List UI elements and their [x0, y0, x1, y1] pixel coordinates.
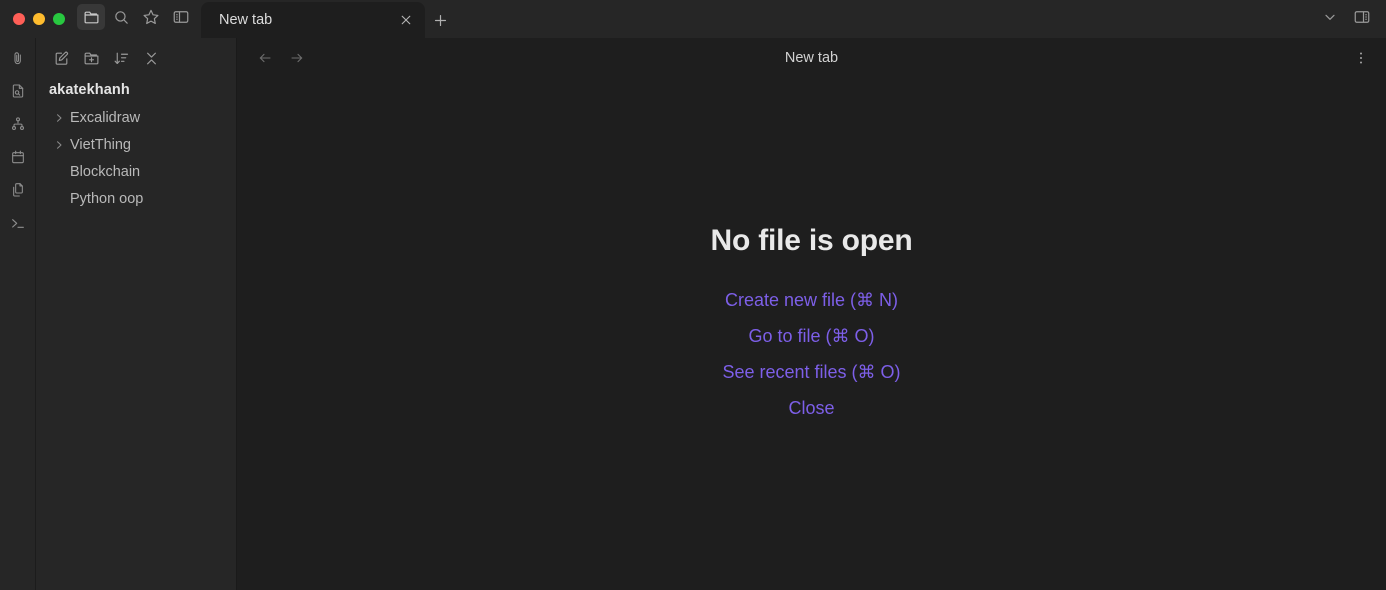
copy-files-icon [10, 182, 26, 198]
tree-item-label: Excalidraw [70, 109, 141, 126]
tree-item-label: Python oop [70, 190, 144, 207]
chevron-down-icon [1322, 9, 1338, 25]
terminal-icon [10, 215, 26, 231]
tab-label: New tab [219, 12, 273, 28]
calendar-icon [10, 149, 26, 165]
ribbon-item-calendar[interactable] [5, 145, 31, 169]
new-note-icon [53, 50, 70, 67]
see-recent-files-action[interactable]: See recent files (⌘ O) [722, 354, 900, 390]
ribbon-item-terminal[interactable] [5, 211, 31, 235]
file-search-icon [10, 83, 26, 99]
view-header: New tab [237, 38, 1386, 78]
new-note-button[interactable] [48, 46, 74, 70]
folder-button[interactable] [77, 4, 105, 30]
file-tree: Excalidraw VietThing Blockchain Python o… [36, 102, 236, 212]
close-window-button[interactable] [13, 13, 25, 25]
navigate-forward-button[interactable] [285, 46, 309, 70]
left-sidebar-toggle-button[interactable] [167, 4, 195, 30]
left-ribbon [0, 38, 36, 590]
tree-item-label: VietThing [70, 136, 131, 153]
create-new-file-action[interactable]: Create new file (⌘ N) [725, 282, 898, 318]
empty-state-title: No file is open [710, 224, 913, 257]
more-vertical-icon [1353, 50, 1369, 66]
ribbon-item-attachments[interactable] [5, 46, 31, 70]
close-tab-button[interactable] [393, 7, 419, 33]
right-sidebar-toggle-icon [1353, 8, 1371, 26]
more-options-button[interactable] [1316, 4, 1344, 30]
go-to-file-action[interactable]: Go to file (⌘ O) [748, 318, 874, 354]
search-icon [113, 9, 130, 26]
new-tab-button[interactable] [425, 2, 455, 38]
file-explorer: akatekhanh Excalidraw VietThing Blockcha… [36, 38, 237, 590]
folder-icon [83, 9, 100, 26]
navigate-back-button[interactable] [253, 46, 277, 70]
workspace: akatekhanh Excalidraw VietThing Blockcha… [0, 38, 1386, 590]
collapse-all-icon [143, 50, 160, 67]
plus-icon [432, 12, 449, 29]
new-folder-button[interactable] [78, 46, 104, 70]
title-bar: New tab [0, 0, 1386, 38]
tab-new-tab[interactable]: New tab [201, 2, 425, 38]
new-folder-icon [83, 50, 100, 67]
tab-strip: New tab [201, 0, 1316, 38]
ribbon-item-graph[interactable] [5, 112, 31, 136]
maximize-window-button[interactable] [53, 13, 65, 25]
right-sidebar-toggle-button[interactable] [1348, 4, 1376, 30]
sort-order-button[interactable] [108, 46, 134, 70]
tree-item-blockchain[interactable]: Blockchain [40, 158, 230, 185]
paperclip-icon [10, 50, 26, 66]
star-icon [142, 8, 160, 26]
obsidian-window: New tab akatekhanh Excalidraw VietThing … [0, 0, 1386, 590]
minimize-window-button[interactable] [33, 13, 45, 25]
titlebar-actions [77, 0, 195, 38]
arrow-left-icon [257, 50, 273, 66]
tree-item-excalidraw[interactable]: Excalidraw [40, 104, 230, 131]
ribbon-item-templates[interactable] [5, 178, 31, 202]
collapse-all-button[interactable] [138, 46, 164, 70]
tree-item-vietthing[interactable]: VietThing [40, 131, 230, 158]
titlebar-right-actions [1316, 0, 1386, 38]
arrow-right-icon [289, 50, 305, 66]
search-button[interactable] [107, 4, 135, 30]
traffic-lights [0, 0, 77, 38]
chevron-right-icon[interactable] [53, 139, 70, 151]
close-action[interactable]: Close [788, 390, 834, 426]
tree-item-label: Blockchain [70, 163, 141, 180]
view-title: New tab [784, 50, 839, 66]
chevron-right-icon[interactable] [53, 112, 70, 124]
sort-icon [113, 50, 130, 67]
main-view: New tab No file is open Create new file … [237, 38, 1386, 590]
view-options-button[interactable] [1348, 45, 1374, 71]
bookmarks-button[interactable] [137, 4, 165, 30]
vault-name: akatekhanh [49, 82, 130, 98]
navigation-arrows [253, 46, 309, 70]
left-sidebar-toggle-icon [172, 8, 190, 26]
empty-state: No file is open Create new file (⌘ N) Go… [237, 78, 1386, 590]
graph-icon [10, 116, 26, 132]
ribbon-item-file-search[interactable] [5, 79, 31, 103]
explorer-toolbar [36, 38, 236, 76]
tree-item-python-oop[interactable]: Python oop [40, 185, 230, 212]
